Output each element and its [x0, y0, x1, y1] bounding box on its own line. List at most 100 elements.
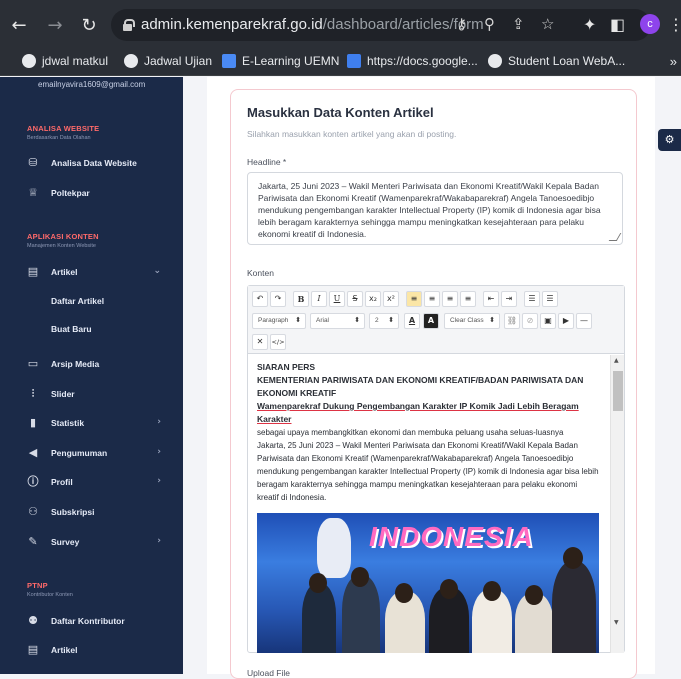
back-icon[interactable]: ←: [10, 17, 28, 35]
chevron-right-icon: ›: [157, 417, 161, 427]
bullet-list-button[interactable]: ☰: [524, 291, 540, 307]
sidebar-item-poltekpar[interactable]: ♕ Poltekpar: [27, 184, 175, 202]
font-size-select[interactable]: 2 ⬍: [369, 313, 399, 329]
section-title: APLIKASI KONTEN: [27, 232, 99, 241]
underline-button[interactable]: U: [329, 291, 345, 307]
main-content: Masukkan Data Konten Artikel Silahkan ma…: [183, 77, 681, 679]
form-subtitle: Silahkan masukkan konten artikel yang ak…: [247, 129, 457, 139]
background-color-button[interactable]: A: [423, 313, 439, 329]
section-title: ANALISA WEBSITE: [27, 124, 100, 133]
bookmark-item[interactable]: https://docs.google...: [347, 54, 478, 68]
browser-toolbar: ← → ↻ admin.kemenparekraf.go.id/dashboar…: [0, 0, 681, 48]
person-head: [395, 583, 413, 603]
bookmark-item[interactable]: Student Loan WebA...: [488, 54, 625, 68]
sidebar-item-artikel-ptnp[interactable]: ▤ Artikel: [27, 641, 175, 659]
sidepanel-icon[interactable]: ◧: [610, 15, 625, 34]
slider-icon: ⫶: [31, 387, 35, 400]
sidebar-item-statistik[interactable]: ▮ Statistik ›: [27, 414, 175, 432]
sidebar-item-arsip-media[interactable]: ▭ Arsip Media: [27, 355, 175, 373]
sidebar-item-buat-baru[interactable]: Buat Baru: [51, 324, 92, 334]
bold-button[interactable]: B: [293, 291, 309, 307]
chevron-down-icon: ⌄: [153, 266, 161, 276]
sidebar-item-pengumuman[interactable]: ◀ Pengumuman ›: [27, 444, 175, 462]
star-icon[interactable]: ☆: [541, 15, 554, 33]
section-title: PTNP: [27, 581, 48, 590]
scroll-down-icon[interactable]: ▼: [614, 619, 619, 626]
sidebar-item-daftar-kontributor[interactable]: ⚉ Daftar Kontributor: [27, 612, 175, 630]
subscript-button[interactable]: x₂: [365, 291, 381, 307]
resize-handle[interactable]: [608, 233, 622, 241]
strikethrough-button[interactable]: S: [347, 291, 363, 307]
align-left-button[interactable]: ≡: [406, 291, 422, 307]
italic-button[interactable]: I: [311, 291, 327, 307]
settings-gear-icon[interactable]: ⚙: [658, 129, 681, 151]
sidebar-item-profil[interactable]: ⓘ Profil ›: [27, 473, 175, 491]
clear-class-select[interactable]: Clear Class ⬍: [444, 313, 500, 329]
horizontal-rule-icon[interactable]: —: [576, 313, 592, 329]
zoom-icon[interactable]: ⚲: [484, 15, 495, 33]
article-subtitle: sebagai upaya membangkitkan ekonomi dan …: [257, 428, 564, 437]
profile-avatar[interactable]: c: [640, 14, 660, 34]
sidebar-item-survey[interactable]: ✎ Survey ›: [27, 533, 175, 551]
ministry-heading: KEMENTERIAN PARIWISATA DAN EKONOMI KREAT…: [257, 375, 584, 398]
key-icon[interactable]: ⚷: [456, 15, 467, 33]
forward-icon[interactable]: →: [46, 17, 64, 35]
share-icon[interactable]: ⇪: [512, 15, 525, 33]
undo-button[interactable]: ↶: [252, 291, 268, 307]
video-icon[interactable]: ▶: [558, 313, 574, 329]
person-head: [563, 547, 583, 569]
upload-file-label: Upload File: [247, 668, 290, 678]
superscript-button[interactable]: x²: [383, 291, 399, 307]
info-icon: ⓘ: [27, 475, 39, 488]
scroll-thumb[interactable]: [613, 371, 623, 411]
outdent-button[interactable]: ⇤: [483, 291, 499, 307]
press-release-heading: SIARAN PERS: [257, 362, 316, 372]
edit-icon: ✎: [28, 535, 38, 548]
bookmarks-overflow[interactable]: »: [670, 54, 677, 69]
unlink-icon[interactable]: ⊘: [522, 313, 538, 329]
contributors-icon: ⚉: [28, 614, 38, 627]
editor-scrollbar[interactable]: ▲ ▼: [610, 355, 624, 653]
remove-format-button[interactable]: ✕: [252, 334, 268, 350]
chevron-right-icon: ›: [157, 447, 161, 457]
sidebar-item-subskripsi[interactable]: ⚇ Subskripsi: [27, 503, 175, 521]
bookmarks-bar: jdwal matkul Jadwal Ujian E-Learning UEM…: [0, 48, 681, 76]
user-email: emailnyavira1609@gmail.com: [38, 80, 146, 89]
reload-icon[interactable]: ↻: [80, 17, 98, 35]
users-icon: ⚇: [28, 505, 38, 518]
indent-button[interactable]: ⇥: [501, 291, 517, 307]
menu-icon[interactable]: ⋮: [668, 15, 681, 34]
paragraph-select[interactable]: Paragraph ⬍: [252, 313, 306, 329]
headline-textarea[interactable]: Jakarta, 25 Juni 2023 – Wakil Menteri Pa…: [247, 172, 623, 245]
person-head: [309, 573, 327, 593]
person-head: [440, 579, 458, 599]
redo-button[interactable]: ↷: [270, 291, 286, 307]
article-title: Wamenparekraf Dukung Pengembangan Karakt…: [257, 401, 579, 424]
numbered-list-button[interactable]: ☰: [542, 291, 558, 307]
sidebar-item-analisa[interactable]: ⛁ Analisa Data Website: [27, 154, 175, 172]
extensions-icon[interactable]: ✦: [583, 15, 596, 34]
person-head: [525, 585, 543, 605]
globe-icon: [488, 54, 502, 68]
sidebar-item-slider[interactable]: ⫶ Slider: [27, 385, 175, 403]
font-select[interactable]: Arial ⬍: [310, 313, 365, 329]
link-icon[interactable]: ⛓: [504, 313, 520, 329]
address-bar[interactable]: admin.kemenparekraf.go.id/dashboard/arti…: [111, 9, 651, 41]
font-color-button[interactable]: A: [404, 313, 420, 329]
bookmark-item[interactable]: Jadwal Ujian: [124, 54, 212, 68]
archive-icon: ▭: [27, 357, 39, 370]
bookmark-item[interactable]: jdwal matkul: [22, 54, 108, 68]
sidebar-item-artikel[interactable]: ▤ Artikel ⌄: [27, 263, 175, 281]
mascot-figure: [317, 518, 351, 578]
sidebar-item-daftar-artikel[interactable]: Daftar Artikel: [51, 296, 104, 306]
align-center-button[interactable]: ≡: [424, 291, 440, 307]
image-icon[interactable]: ▣: [540, 313, 556, 329]
rich-text-editor: ↶ ↷ B I U S x₂ x² ≡ ≡ ≡ ≡ ⇤ ⇥ ☰ ☰ Paragr…: [247, 285, 625, 653]
scroll-up-icon[interactable]: ▲: [614, 357, 619, 364]
justify-button[interactable]: ≡: [460, 291, 476, 307]
globe-icon: [124, 54, 138, 68]
align-right-button[interactable]: ≡: [442, 291, 458, 307]
person-head: [483, 581, 501, 601]
bookmark-item[interactable]: E-Learning UEMN: [222, 54, 339, 68]
code-view-button[interactable]: </>: [270, 334, 286, 350]
